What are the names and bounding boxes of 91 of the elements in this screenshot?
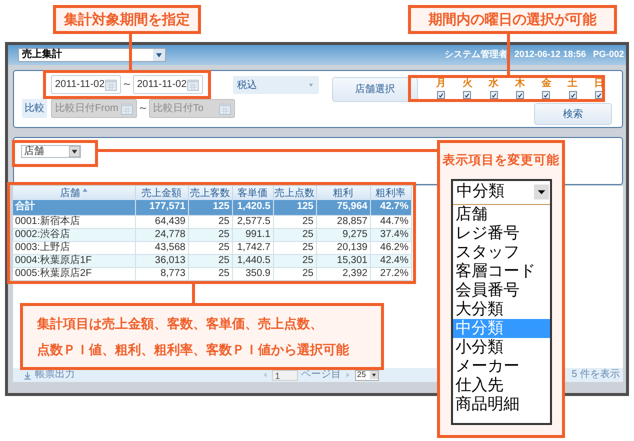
weekday-checkbox[interactable] — [542, 91, 550, 99]
callout-text: 表示項目を変更可能 — [442, 152, 560, 169]
table-cell: 28,857 — [316, 215, 370, 228]
record-count: 5 件を表示 — [572, 370, 620, 380]
page-size-select[interactable]: 25 — [355, 370, 379, 380]
callout-text: 集計対象期間を指定 — [64, 10, 190, 29]
table-cell: 25 — [188, 228, 232, 241]
callout-text: 集計項目は売上金額、客数、客単価、売上点数、 点数ＰＩ値、粗利、粗利率、客数ＰＩ値から選択可能 — [37, 314, 350, 358]
table-cell: 43,568 — [135, 241, 188, 254]
search-button[interactable]: 検索 — [534, 103, 612, 125]
weekday-checkbox[interactable] — [568, 91, 577, 99]
weekday-label: 月 — [436, 78, 446, 90]
weekday-label: 火 — [462, 78, 472, 90]
list-option[interactable]: レジ番号 — [452, 224, 550, 243]
caret-icon[interactable] — [370, 371, 378, 379]
item-listbox[interactable]: 中分類 店舗 レジ番号 スタッフ 客層コード 会員番号 大分類 中分類 小分類 メーカー 仕入先 商品明細 — [450, 178, 552, 425]
list-option[interactable]: 会員番号 — [452, 280, 550, 300]
screen-id: PG-002 — [592, 48, 624, 62]
table-cell: 75,964 — [316, 200, 370, 215]
table-cell: 2,577.5 — [232, 215, 273, 228]
table-cell: 25 — [188, 254, 232, 267]
table-cell: 0001:新宿本店 — [13, 215, 135, 228]
user-name: システム管理者 — [444, 48, 508, 62]
table-cell: 46.2% — [370, 241, 411, 254]
table-cell: 1,420.5 — [232, 200, 273, 215]
caret-icon[interactable] — [69, 146, 80, 157]
weekday-checkbox[interactable] — [516, 91, 524, 99]
table-cell: 25 — [188, 215, 232, 228]
page-field[interactable]: 1 — [272, 370, 298, 380]
table-cell: 991.1 — [232, 228, 273, 241]
table-cell: 25 — [188, 267, 232, 280]
table-cell: 25 — [273, 254, 316, 267]
callout-text: 期間内の曜日の選択が可能 — [428, 10, 596, 29]
list-option[interactable]: 店舗 — [452, 204, 550, 224]
weekday-label: 土 — [568, 78, 578, 90]
table-cell: 42.4% — [370, 254, 411, 267]
date-from-field[interactable]: 2011-11-02 — [51, 75, 121, 94]
table-cell: 37.4% — [370, 228, 411, 241]
date-to-field[interactable]: 2011-11-02 — [133, 75, 203, 94]
list-option[interactable]: 客層コード — [452, 262, 550, 281]
list-option[interactable]: 小分類 — [452, 338, 550, 357]
table-cell: 42.7% — [370, 200, 411, 215]
sort-arrow-icon[interactable] — [82, 186, 88, 192]
item-select[interactable]: 中分類 — [452, 180, 550, 205]
date-separator: ～ — [137, 102, 149, 116]
table-cell: 0002:渋谷店 — [13, 228, 135, 241]
weekday-label: 木 — [514, 78, 525, 90]
table-cell: 27.2% — [370, 267, 411, 280]
table-cell: 125 — [273, 200, 316, 215]
list-option[interactable]: メーカー — [452, 356, 550, 376]
table-cell: 25 — [273, 241, 316, 254]
weekday-checkbox[interactable] — [490, 91, 498, 99]
table-cell: 0005:秋葉原店2F — [13, 267, 135, 280]
list-option[interactable]: 大分類 — [452, 300, 550, 319]
table-cell: 36,013 — [135, 254, 188, 267]
table-cell: 15,301 — [316, 254, 370, 267]
store-select-button[interactable]: 店舗選択 — [332, 77, 418, 102]
datetime: 2012-06-12 18:56 — [514, 48, 586, 62]
tax-select[interactable]: 税込 — [233, 76, 319, 94]
table-cell: 25 — [273, 228, 316, 241]
table-cell: 2,392 — [316, 267, 370, 280]
list-option[interactable]: スタッフ — [452, 242, 550, 262]
table-cell: 25 — [188, 241, 232, 254]
weekday-checkbox[interactable] — [437, 91, 446, 99]
table-cell: 350.9 — [232, 267, 273, 280]
screen-select[interactable]: 売上集計 — [18, 48, 166, 62]
weekday-label: 水 — [488, 78, 499, 90]
table-cell: 0003:上野店 — [13, 241, 135, 254]
table-cell: 24,778 — [135, 228, 188, 241]
table-cell: 合計 — [13, 200, 135, 215]
table-cell: 1,440.5 — [232, 254, 273, 267]
caret-icon[interactable] — [534, 182, 548, 202]
compare-button[interactable]: 比較 — [22, 99, 47, 118]
table-cell: 20,139 — [316, 241, 370, 254]
table-cell: 44.7% — [370, 215, 411, 228]
list-option[interactable]: 商品明細 — [452, 394, 550, 414]
weekday-checkbox[interactable] — [594, 91, 603, 99]
weekday-checkbox[interactable] — [463, 91, 472, 99]
table-cell: 64,439 — [135, 215, 188, 228]
table-cell: 8,773 — [135, 267, 188, 280]
table-cell: 125 — [188, 200, 232, 215]
table-cell: 9,275 — [316, 228, 370, 241]
weekday-label: 金 — [541, 78, 552, 90]
table-cell: 25 — [273, 267, 316, 280]
table-cell: 177,571 — [135, 200, 188, 215]
display-select[interactable]: 店舗 — [21, 145, 81, 158]
date-separator: ～ — [121, 78, 133, 92]
table-cell: 25 — [273, 215, 316, 228]
table-cell: 0004:秋葉原店1F — [13, 254, 135, 267]
table-cell: 1,742.7 — [232, 241, 273, 254]
list-option[interactable]: 仕入先 — [452, 376, 550, 395]
